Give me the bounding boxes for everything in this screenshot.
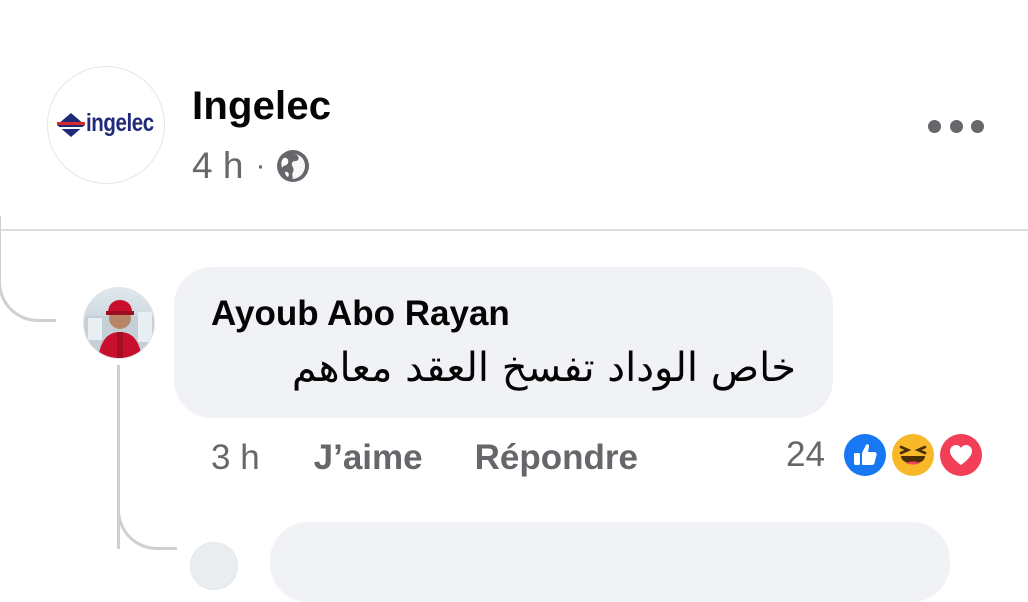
comment-text: خاص الوداد تفسخ العقد معاهم xyxy=(291,345,796,391)
comment-bubble: Ayoub Abo Rayan خاص الوداد تفسخ العقد مع… xyxy=(174,267,833,418)
more-dot xyxy=(928,119,941,133)
like-button[interactable]: J’aime xyxy=(314,438,423,478)
reaction-count: 24 xyxy=(786,435,825,474)
love-reaction-icon xyxy=(936,431,985,479)
header-divider xyxy=(0,229,1028,231)
logo-text: ingelec xyxy=(86,109,154,137)
thread-connector xyxy=(0,216,56,322)
more-options-icon[interactable] xyxy=(928,112,984,140)
post-time[interactable]: 4 h xyxy=(192,145,243,187)
comment-author[interactable]: Ayoub Abo Rayan xyxy=(211,294,510,334)
page-avatar[interactable]: ingelec xyxy=(47,66,165,184)
reaction-summary[interactable]: 24 xyxy=(786,429,985,481)
commenter-avatar[interactable] xyxy=(83,287,155,359)
post-header: ingelec Ingelec 4 h · xyxy=(0,0,1028,229)
more-dot xyxy=(971,119,984,133)
page-name[interactable]: Ingelec xyxy=(192,84,331,129)
like-reaction-icon xyxy=(840,431,889,479)
meta-separator: · xyxy=(255,149,266,182)
next-comment-avatar[interactable] xyxy=(190,542,238,590)
reply-button[interactable]: Répondre xyxy=(475,438,638,478)
globe-icon xyxy=(275,148,311,184)
post-meta: 4 h · xyxy=(192,145,311,187)
reply-thread-curve xyxy=(117,480,177,550)
more-dot xyxy=(949,119,963,133)
commenter-photo xyxy=(84,300,154,358)
reaction-icons xyxy=(839,429,985,481)
ingelec-logo-icon xyxy=(57,113,85,137)
comment-actions: 3 h J’aime Répondre xyxy=(211,436,638,480)
comment-time[interactable]: 3 h xyxy=(211,438,260,478)
next-comment-bubble xyxy=(270,522,950,602)
haha-reaction-icon xyxy=(888,431,937,479)
